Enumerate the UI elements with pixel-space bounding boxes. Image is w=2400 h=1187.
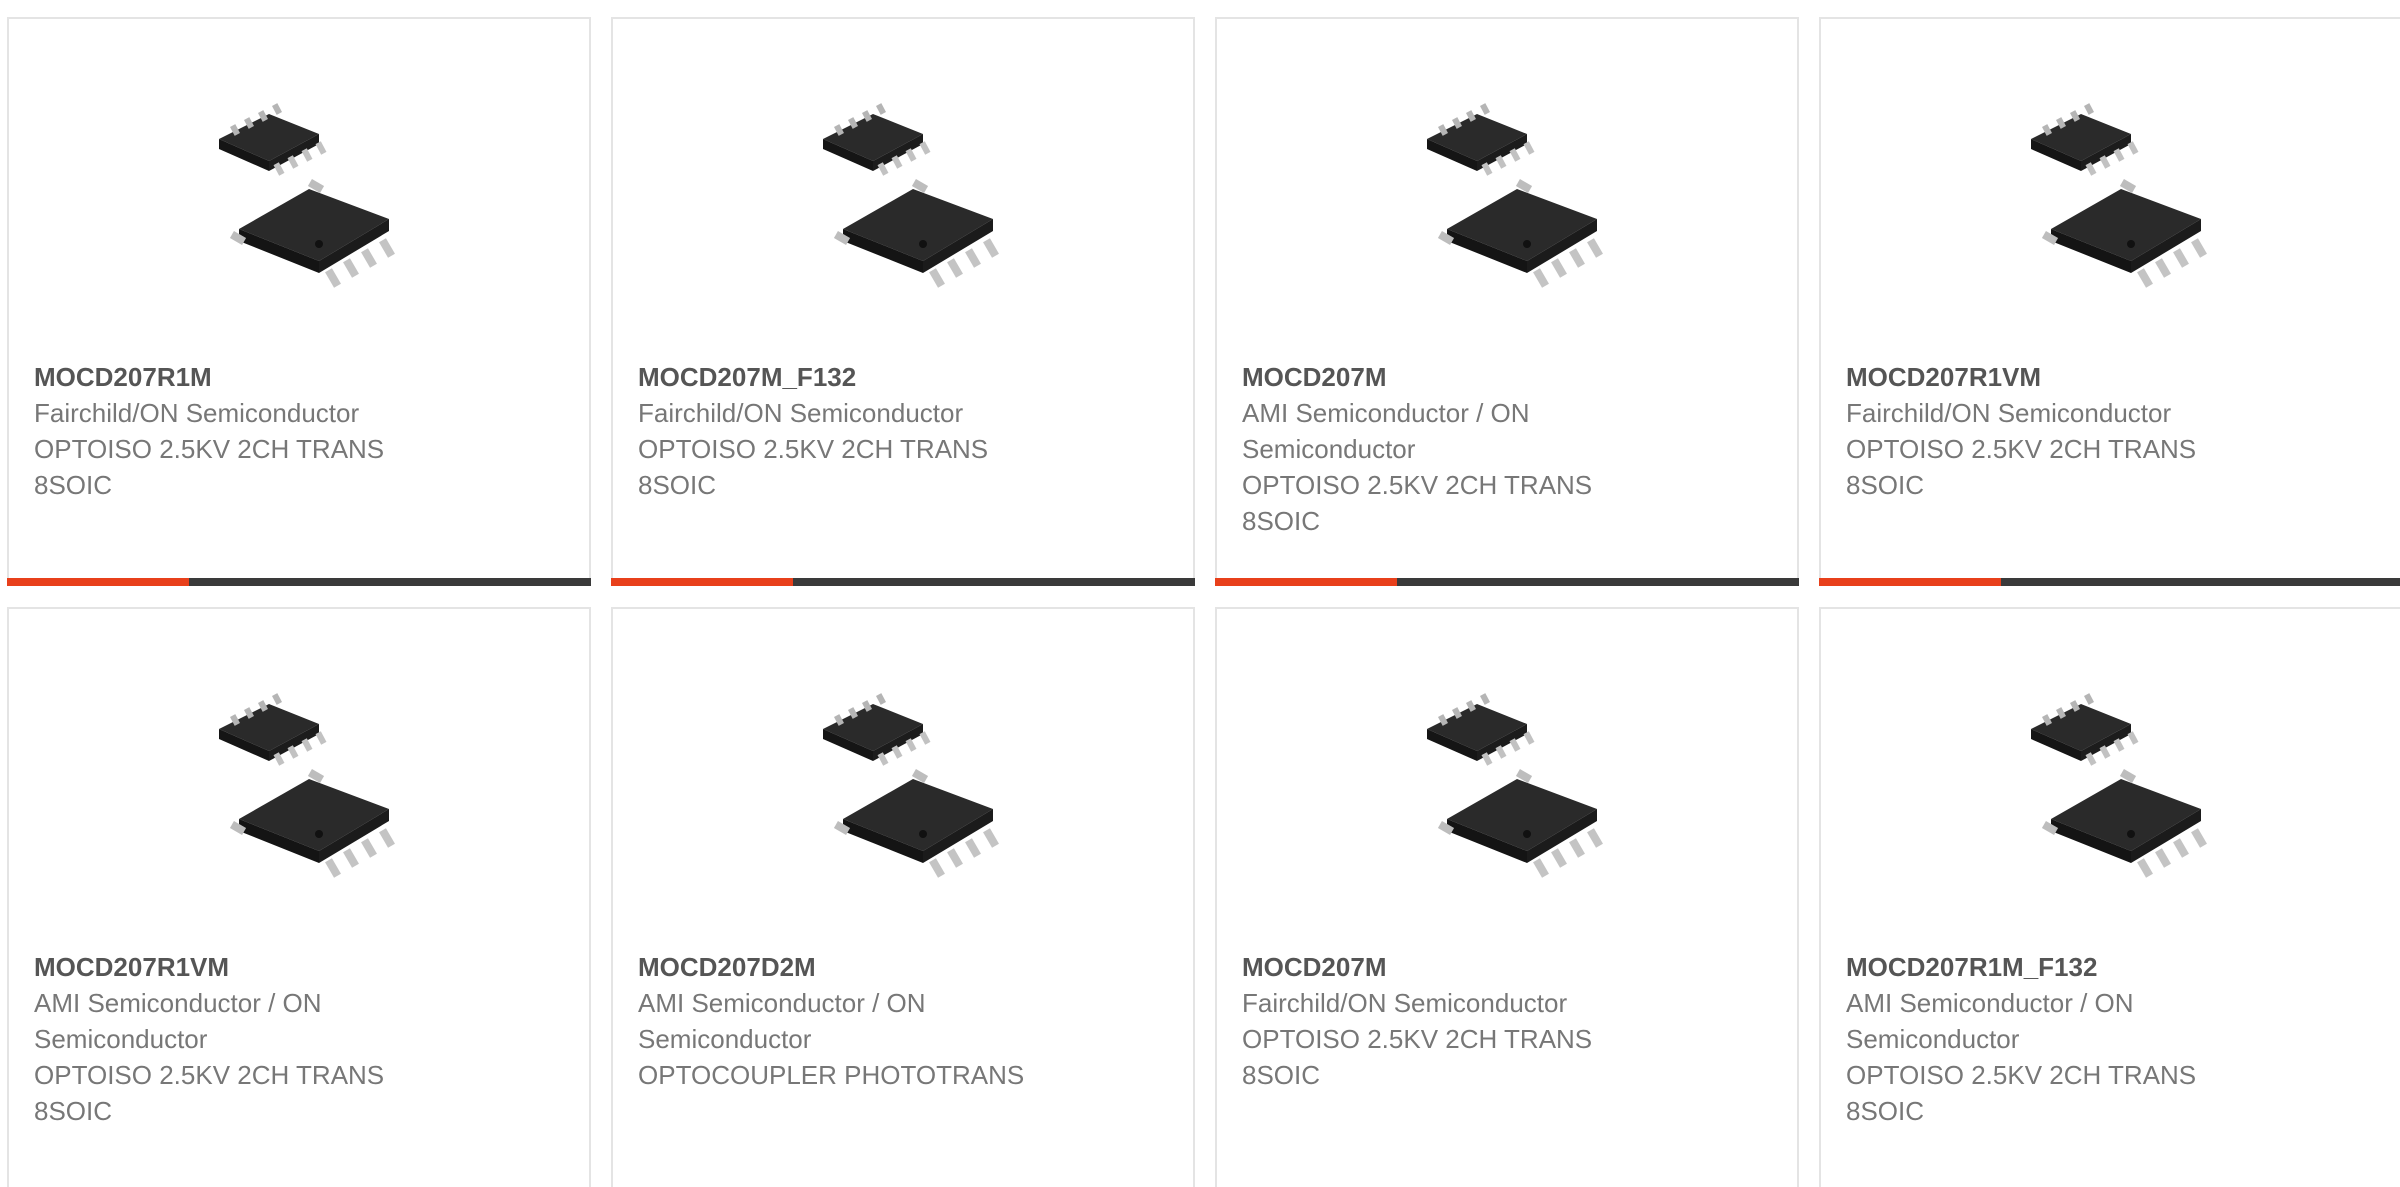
card-accent-bar (7, 578, 189, 586)
description: OPTOISO 2.5KV 2CH TRANS 8SOIC (1242, 1024, 1593, 1090)
manufacturer: AMI Semiconductor / ON Semiconductor (34, 988, 322, 1054)
manufacturer: AMI Semiconductor / ON Semiconductor (1242, 398, 1530, 464)
card-accent-bar (1819, 578, 2001, 586)
soic-8-chip-icon[interactable] (1402, 89, 1612, 299)
soic-8-chip-icon[interactable] (2006, 89, 2216, 299)
product-info: MOCD207M AMI Semiconductor / ON Semicond… (1242, 359, 1672, 539)
product-card[interactable]: MOCD207R1VM Fairchild/ON Semiconductor O… (1819, 17, 2400, 586)
manufacturer: Fairchild/ON Semiconductor (34, 398, 360, 428)
part-number[interactable]: MOCD207M (1242, 359, 1672, 395)
product-info: MOCD207R1VM AMI Semiconductor / ON Semic… (34, 949, 464, 1129)
part-number[interactable]: MOCD207R1M (34, 359, 464, 395)
product-card[interactable]: MOCD207M AMI Semiconductor / ON Semicond… (1215, 17, 1799, 586)
product-info: MOCD207R1VM Fairchild/ON Semiconductor O… (1846, 359, 2276, 503)
soic-8-chip-icon[interactable] (1402, 679, 1612, 889)
manufacturer: Fairchild/ON Semiconductor (1846, 398, 2172, 428)
manufacturer: AMI Semiconductor / ON Semiconductor (638, 988, 926, 1054)
description: OPTOISO 2.5KV 2CH TRANS 8SOIC (1846, 1060, 2197, 1126)
card-accent-bar (1215, 578, 1397, 586)
description: OPTOISO 2.5KV 2CH TRANS 8SOIC (34, 434, 385, 500)
product-card[interactable]: MOCD207R1M_F132 AMI Semiconductor / ON S… (1819, 607, 2400, 1187)
product-info: MOCD207R1M Fairchild/ON Semiconductor OP… (34, 359, 464, 503)
part-number[interactable]: MOCD207R1M_F132 (1846, 949, 2276, 985)
product-info: MOCD207R1M_F132 AMI Semiconductor / ON S… (1846, 949, 2276, 1129)
card-footer-bar (611, 578, 1195, 586)
product-info: MOCD207M Fairchild/ON Semiconductor OPTO… (1242, 949, 1672, 1093)
description: OPTOCOUPLER PHOTOTRANS (638, 1060, 1025, 1090)
manufacturer: Fairchild/ON Semiconductor (638, 398, 964, 428)
card-footer-bar (7, 578, 591, 586)
manufacturer: Fairchild/ON Semiconductor (1242, 988, 1568, 1018)
part-number[interactable]: MOCD207M (1242, 949, 1672, 985)
soic-8-chip-icon[interactable] (798, 89, 1008, 299)
product-card[interactable]: MOCD207M_F132 Fairchild/ON Semiconductor… (611, 17, 1195, 586)
soic-8-chip-icon[interactable] (798, 679, 1008, 889)
description: OPTOISO 2.5KV 2CH TRANS 8SOIC (1846, 434, 2197, 500)
product-card[interactable]: MOCD207R1VM AMI Semiconductor / ON Semic… (7, 607, 591, 1187)
soic-8-chip-icon[interactable] (2006, 679, 2216, 889)
part-number[interactable]: MOCD207D2M (638, 949, 1068, 985)
soic-8-chip-icon[interactable] (194, 89, 404, 299)
description: OPTOISO 2.5KV 2CH TRANS 8SOIC (1242, 470, 1593, 536)
part-number[interactable]: MOCD207R1VM (34, 949, 464, 985)
soic-8-chip-icon[interactable] (194, 679, 404, 889)
product-grid: MOCD207R1M Fairchild/ON Semiconductor OP… (0, 0, 2400, 1187)
description: OPTOISO 2.5KV 2CH TRANS 8SOIC (34, 1060, 385, 1126)
card-footer-bar (1215, 578, 1799, 586)
part-number[interactable]: MOCD207R1VM (1846, 359, 2276, 395)
product-info: MOCD207M_F132 Fairchild/ON Semiconductor… (638, 359, 1068, 503)
product-card[interactable]: MOCD207R1M Fairchild/ON Semiconductor OP… (7, 17, 591, 586)
card-footer-bar (1819, 578, 2400, 586)
product-info: MOCD207D2M AMI Semiconductor / ON Semico… (638, 949, 1068, 1093)
product-card[interactable]: MOCD207D2M AMI Semiconductor / ON Semico… (611, 607, 1195, 1187)
product-card[interactable]: MOCD207M Fairchild/ON Semiconductor OPTO… (1215, 607, 1799, 1187)
card-accent-bar (611, 578, 793, 586)
manufacturer: AMI Semiconductor / ON Semiconductor (1846, 988, 2134, 1054)
description: OPTOISO 2.5KV 2CH TRANS 8SOIC (638, 434, 989, 500)
part-number[interactable]: MOCD207M_F132 (638, 359, 1068, 395)
